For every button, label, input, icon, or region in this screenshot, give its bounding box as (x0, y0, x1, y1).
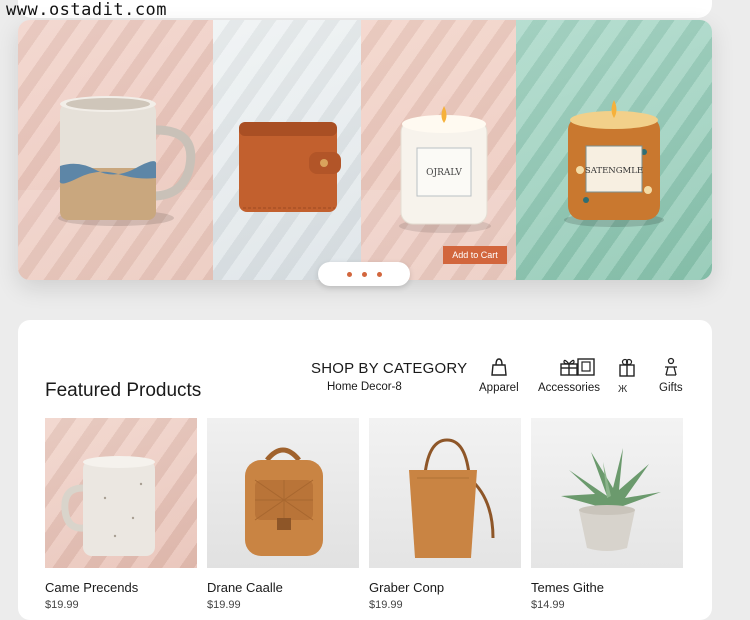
mug-icon (61, 456, 155, 556)
product-image[interactable] (45, 418, 197, 568)
carousel-dot-3[interactable] (376, 271, 382, 277)
product-card[interactable]: Drane Caalle $19.99 (207, 418, 359, 611)
mug-icon (58, 96, 196, 226)
hero-slide-wallet (213, 20, 361, 280)
product-card[interactable]: Graber Conp $19.99 (369, 418, 521, 611)
carousel-dot-2[interactable] (361, 271, 367, 277)
category-label: Accessories (538, 382, 600, 394)
candle-label-text-2: SATENGMLE (585, 166, 643, 176)
product-name[interactable]: Graber Conp (369, 580, 521, 595)
category-gifts[interactable]: Gifts (659, 356, 683, 394)
hero-slide-mug (18, 20, 213, 280)
product-image[interactable] (531, 418, 683, 568)
featured-products-title: Featured Products (45, 380, 202, 401)
carousel-dot-1[interactable] (346, 271, 352, 277)
category-apparel[interactable]: Apparel (479, 356, 519, 394)
backpack-icon (245, 447, 323, 556)
bag-icon (491, 358, 507, 376)
category-label: Gifts (659, 382, 683, 394)
products-section: SHOP BY CATEGORY Home Decor-8 Apparel Ac… (18, 320, 712, 620)
product-price: $19.99 (45, 599, 79, 611)
candle-label-text: OJRALV (426, 168, 462, 178)
product-name[interactable]: Came Precends (45, 580, 197, 595)
category-giftbox[interactable] (616, 356, 638, 378)
product-name[interactable]: Drane Caalle (207, 580, 359, 595)
product-image[interactable] (207, 418, 359, 568)
hero-carousel[interactable]: OJRALV SATENGMLE (18, 20, 712, 280)
succulent-icon (561, 448, 661, 551)
giftbox-icon (619, 358, 635, 377)
category-home-decor[interactable]: Home Decor-8 (327, 381, 402, 393)
product-image[interactable] (369, 418, 521, 568)
frame-icon (577, 358, 595, 376)
product-card[interactable]: Came Precends $19.99 (45, 418, 197, 611)
figure-icon (664, 357, 677, 376)
carousel-dots[interactable] (318, 262, 410, 286)
product-card[interactable]: Temes Githe $14.99 (531, 418, 683, 611)
amber-candle-icon: SATENGMLE (564, 100, 664, 227)
add-to-cart-button[interactable]: Add to Cart (443, 246, 507, 264)
product-price: $19.99 (207, 599, 241, 611)
candle-icon: OJRALV (399, 106, 491, 233)
shop-by-category-title: SHOP BY CATEGORY (311, 360, 468, 377)
tote-bag-icon (409, 438, 495, 558)
hero-slide-candle: OJRALV (361, 20, 516, 280)
watermark-text: www.ostadit.com (6, 0, 168, 20)
category-misc-symbol: Ж (618, 384, 628, 395)
wallet-icon (239, 122, 341, 212)
category-label: Apparel (479, 382, 519, 394)
product-name[interactable]: Temes Githe (531, 580, 683, 595)
product-price: $19.99 (369, 599, 403, 611)
product-price: $14.99 (531, 599, 565, 611)
hero-slide-amber-candle: SATENGMLE (516, 20, 712, 280)
category-frame[interactable] (575, 356, 597, 378)
